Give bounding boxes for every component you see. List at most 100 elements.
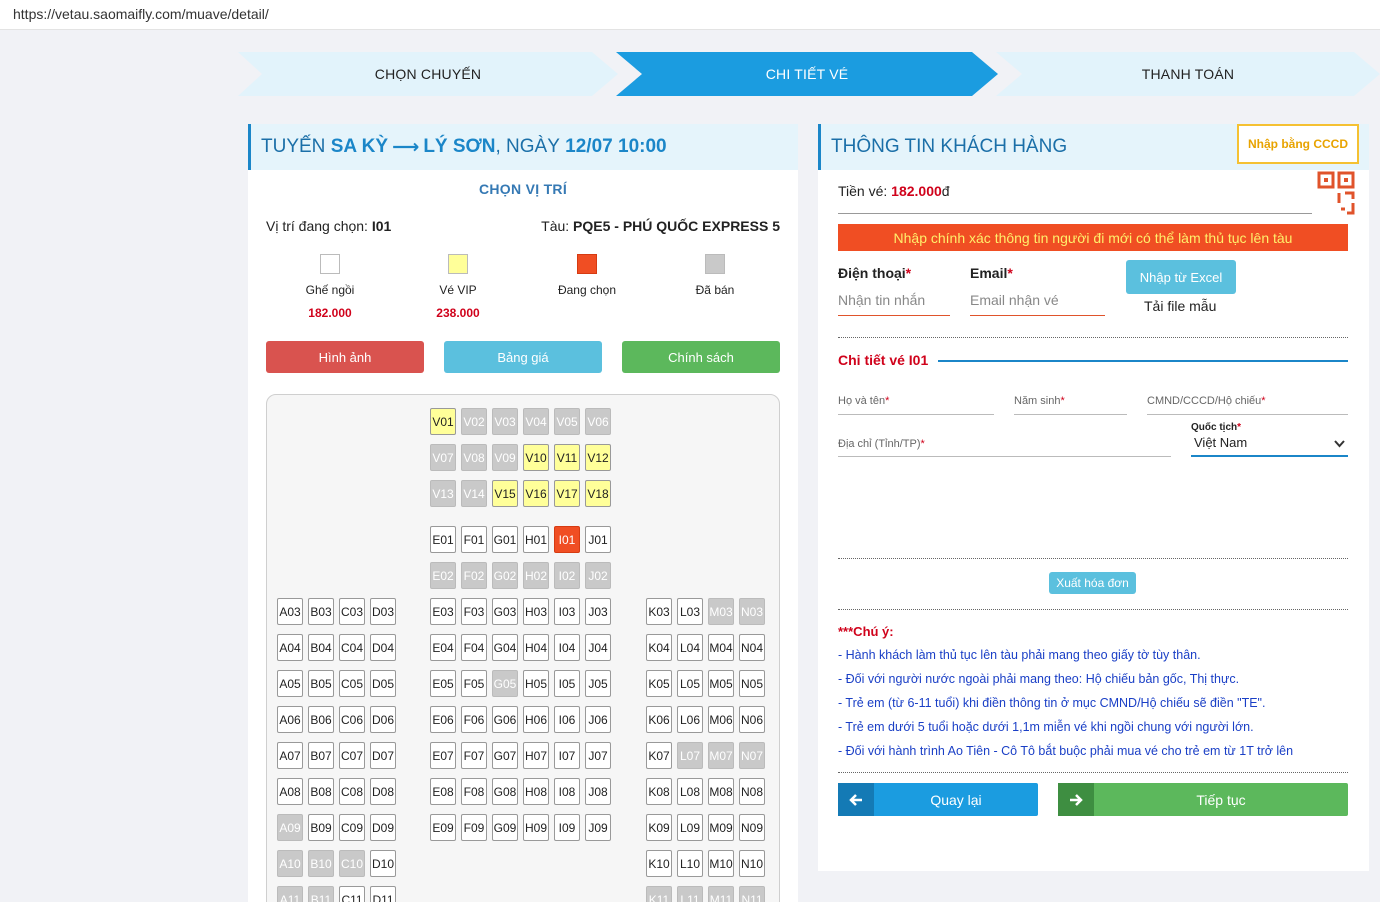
seat-d11[interactable]: D11 bbox=[370, 886, 396, 902]
seat-k06[interactable]: K06 bbox=[646, 706, 672, 733]
fullname-input[interactable] bbox=[838, 414, 994, 415]
seat-n06[interactable]: N06 bbox=[739, 706, 765, 733]
seat-g06[interactable]: G06 bbox=[492, 706, 518, 733]
seat-e08[interactable]: E08 bbox=[430, 778, 456, 805]
seat-m09[interactable]: M09 bbox=[708, 814, 734, 841]
step-choose-trip[interactable]: CHỌN CHUYẾN bbox=[238, 52, 618, 96]
seat-l10[interactable]: L10 bbox=[677, 850, 703, 877]
seat-d06[interactable]: D06 bbox=[370, 706, 396, 733]
seat-b09[interactable]: B09 bbox=[308, 814, 334, 841]
seat-e07[interactable]: E07 bbox=[430, 742, 456, 769]
seat-k04[interactable]: K04 bbox=[646, 634, 672, 661]
seat-c04[interactable]: C04 bbox=[339, 634, 365, 661]
seat-b03[interactable]: B03 bbox=[308, 598, 334, 625]
seat-m04[interactable]: M04 bbox=[708, 634, 734, 661]
seat-g08[interactable]: G08 bbox=[492, 778, 518, 805]
seat-i01[interactable]: I01 bbox=[554, 526, 580, 553]
seat-j09[interactable]: J09 bbox=[585, 814, 611, 841]
seat-c05[interactable]: C05 bbox=[339, 670, 365, 697]
seat-a05[interactable]: A05 bbox=[277, 670, 303, 697]
seat-f05[interactable]: F05 bbox=[461, 670, 487, 697]
seat-m06[interactable]: M06 bbox=[708, 706, 734, 733]
seat-e06[interactable]: E06 bbox=[430, 706, 456, 733]
seat-h04[interactable]: H04 bbox=[523, 634, 549, 661]
seat-a04[interactable]: A04 bbox=[277, 634, 303, 661]
seat-e03[interactable]: E03 bbox=[430, 598, 456, 625]
seat-k05[interactable]: K05 bbox=[646, 670, 672, 697]
seat-f09[interactable]: F09 bbox=[461, 814, 487, 841]
seat-g07[interactable]: G07 bbox=[492, 742, 518, 769]
nationality-select[interactable]: Việt Nam bbox=[1191, 435, 1348, 457]
seat-h06[interactable]: H06 bbox=[523, 706, 549, 733]
seat-l08[interactable]: L08 bbox=[677, 778, 703, 805]
policy-button[interactable]: Chính sách bbox=[622, 341, 780, 373]
seat-f01[interactable]: F01 bbox=[461, 526, 487, 553]
seat-c03[interactable]: C03 bbox=[339, 598, 365, 625]
seat-h05[interactable]: H05 bbox=[523, 670, 549, 697]
seat-i08[interactable]: I08 bbox=[554, 778, 580, 805]
seat-d04[interactable]: D04 bbox=[370, 634, 396, 661]
address-input[interactable] bbox=[838, 456, 1171, 457]
seat-m08[interactable]: M08 bbox=[708, 778, 734, 805]
seat-h07[interactable]: H07 bbox=[523, 742, 549, 769]
address-bar[interactable]: https://vetau.saomaifly.com/muave/detail… bbox=[0, 0, 1380, 30]
seat-n08[interactable]: N08 bbox=[739, 778, 765, 805]
seat-b08[interactable]: B08 bbox=[308, 778, 334, 805]
birthyear-input[interactable] bbox=[1014, 414, 1127, 415]
seat-c06[interactable]: C06 bbox=[339, 706, 365, 733]
id-number-input[interactable] bbox=[1147, 414, 1348, 415]
seat-b06[interactable]: B06 bbox=[308, 706, 334, 733]
seat-d09[interactable]: D09 bbox=[370, 814, 396, 841]
seat-k09[interactable]: K09 bbox=[646, 814, 672, 841]
seat-a06[interactable]: A06 bbox=[277, 706, 303, 733]
seat-j08[interactable]: J08 bbox=[585, 778, 611, 805]
seat-v15[interactable]: V15 bbox=[492, 480, 518, 507]
images-button[interactable]: Hình ảnh bbox=[266, 341, 424, 373]
seat-f06[interactable]: F06 bbox=[461, 706, 487, 733]
seat-c09[interactable]: C09 bbox=[339, 814, 365, 841]
seat-h08[interactable]: H08 bbox=[523, 778, 549, 805]
phone-input[interactable]: Nhận tin nhắn bbox=[838, 292, 950, 316]
seat-c07[interactable]: C07 bbox=[339, 742, 365, 769]
seat-l06[interactable]: L06 bbox=[677, 706, 703, 733]
seat-v17[interactable]: V17 bbox=[554, 480, 580, 507]
seat-f08[interactable]: F08 bbox=[461, 778, 487, 805]
seat-b05[interactable]: B05 bbox=[308, 670, 334, 697]
seat-j01[interactable]: J01 bbox=[585, 526, 611, 553]
seat-f07[interactable]: F07 bbox=[461, 742, 487, 769]
seat-j05[interactable]: J05 bbox=[585, 670, 611, 697]
seat-i09[interactable]: I09 bbox=[554, 814, 580, 841]
seat-v01[interactable]: V01 bbox=[430, 408, 456, 435]
seat-l04[interactable]: L04 bbox=[677, 634, 703, 661]
seat-b07[interactable]: B07 bbox=[308, 742, 334, 769]
seat-i05[interactable]: I05 bbox=[554, 670, 580, 697]
cccd-import-button[interactable]: Nhập bằng CCCD bbox=[1237, 124, 1359, 164]
seat-j04[interactable]: J04 bbox=[585, 634, 611, 661]
seat-n10[interactable]: N10 bbox=[739, 850, 765, 877]
seat-a07[interactable]: A07 bbox=[277, 742, 303, 769]
seat-e01[interactable]: E01 bbox=[430, 526, 456, 553]
seat-v12[interactable]: V12 bbox=[585, 444, 611, 471]
import-excel-button[interactable]: Nhập từ Excel bbox=[1126, 260, 1236, 294]
back-button[interactable]: Quay lại bbox=[838, 783, 1038, 816]
seat-f04[interactable]: F04 bbox=[461, 634, 487, 661]
invoice-button[interactable]: Xuất hóa đơn bbox=[1049, 572, 1136, 594]
seat-i03[interactable]: I03 bbox=[554, 598, 580, 625]
seat-c08[interactable]: C08 bbox=[339, 778, 365, 805]
seat-j06[interactable]: J06 bbox=[585, 706, 611, 733]
price-table-button[interactable]: Bảng giá bbox=[444, 341, 602, 373]
seat-n05[interactable]: N05 bbox=[739, 670, 765, 697]
seat-i06[interactable]: I06 bbox=[554, 706, 580, 733]
seat-j03[interactable]: J03 bbox=[585, 598, 611, 625]
seat-d03[interactable]: D03 bbox=[370, 598, 396, 625]
seat-c11[interactable]: C11 bbox=[339, 886, 365, 902]
seat-e05[interactable]: E05 bbox=[430, 670, 456, 697]
seat-e09[interactable]: E09 bbox=[430, 814, 456, 841]
seat-d08[interactable]: D08 bbox=[370, 778, 396, 805]
step-payment[interactable]: THANH TOÁN bbox=[996, 52, 1380, 96]
seat-v18[interactable]: V18 bbox=[585, 480, 611, 507]
continue-button[interactable]: Tiếp tục bbox=[1058, 783, 1348, 816]
seat-g09[interactable]: G09 bbox=[492, 814, 518, 841]
seat-a08[interactable]: A08 bbox=[277, 778, 303, 805]
seat-l03[interactable]: L03 bbox=[677, 598, 703, 625]
